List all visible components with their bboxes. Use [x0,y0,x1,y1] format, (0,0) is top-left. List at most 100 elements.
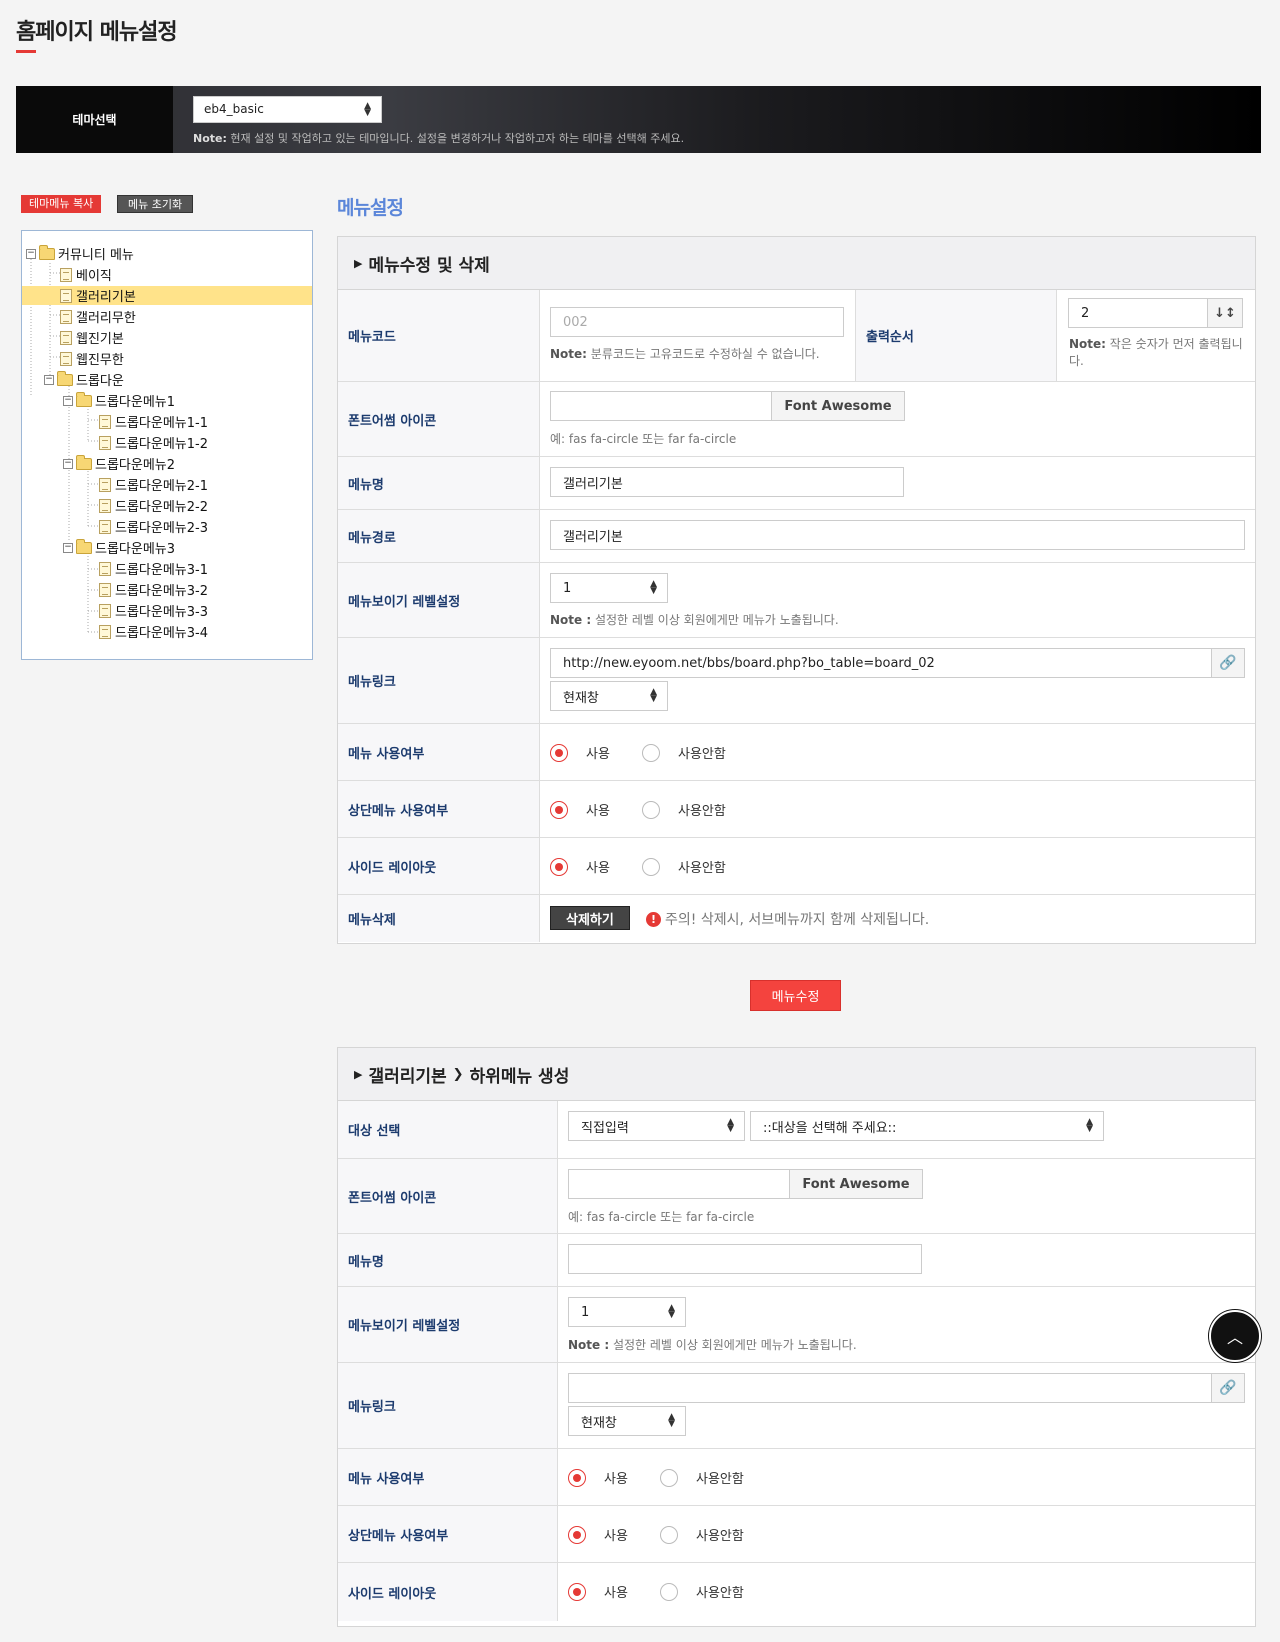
sub-name-input[interactable] [568,1244,922,1274]
target-select[interactable]: ::대상을 선택해 주세요:: ▲ ▼ [750,1111,1104,1141]
side-no-label: 사용안함 [678,861,726,876]
sub-side-row: 사이드 레이아웃 사용 사용안함 [338,1563,1255,1621]
sub-icon-row: 폰트어썸 아이콘 Font Awesome 예: fas fa-circle 또… [338,1159,1255,1234]
tree-item[interactable]: − 드롭다운메뉴3 [63,538,175,557]
sub-use-yes-label: 사용 [604,1472,628,1487]
menu-name-input[interactable]: 갤러리기본 [550,467,904,497]
sub-level-note-bold: Note : [568,1338,610,1352]
sub-use-yes-radio[interactable]: 사용 [568,1468,628,1487]
use-no-radio[interactable]: 사용안함 [642,743,726,762]
tree-item[interactable]: 드롭다운메뉴1-2 [99,433,208,452]
tree-item-label: 드롭다운메뉴3-4 [115,626,208,641]
tree-item-label: 드롭다운메뉴1-2 [115,437,208,452]
order-input[interactable]: 2 [1068,298,1208,328]
level-note-bold: Note : [550,613,592,627]
collapse-icon[interactable]: − [44,374,54,385]
font-awesome-button[interactable]: Font Awesome [771,391,905,421]
sub-side-no-radio[interactable]: 사용안함 [660,1582,744,1601]
tree-item[interactable]: − 드롭다운메뉴1 [63,391,175,410]
tree-item[interactable]: 웹진무한 [60,349,124,368]
document-icon [99,498,111,513]
reset-menu-button[interactable]: 메뉴 초기화 [117,195,194,213]
level-select-value: 1 [563,580,572,596]
top-use-row: 상단메뉴 사용여부 사용 사용안함 [338,781,1255,838]
tree-item[interactable]: 드롭다운메뉴2-1 [99,475,208,494]
top-use-yes-radio[interactable]: 사용 [550,800,610,819]
tree-item[interactable]: 드롭다운메뉴3-3 [99,601,208,620]
scroll-top-button[interactable]: ︿ [1209,1310,1261,1362]
collapse-icon[interactable]: − [63,458,73,469]
code-note-bold: Note: [550,347,587,361]
sub-font-awesome-button[interactable]: Font Awesome [789,1169,923,1199]
icon-input[interactable] [550,391,772,421]
side-layout-label: 사이드 레이아웃 [338,838,540,894]
radio-unchecked-icon [642,743,660,762]
tree-item[interactable]: 드롭다운메뉴3-4 [99,622,208,641]
section-title: 메뉴설정 [337,197,404,219]
use-row: 메뉴 사용여부 사용 사용안함 [338,724,1255,781]
tree-item[interactable]: 드롭다운메뉴2-2 [99,496,208,515]
use-yes-radio[interactable]: 사용 [550,743,610,762]
target-mode-value: 직접입력 [581,1120,629,1136]
sub-top-no-radio[interactable]: 사용안함 [660,1525,744,1544]
delete-button[interactable]: 삭제하기 [550,906,630,930]
link-target-select[interactable]: 현재창 ▲ ▼ [550,681,668,711]
link-icon[interactable]: 🔗 [1211,648,1245,678]
sub-level-value: 1 [581,1304,590,1320]
tree-item[interactable]: − 드롭다운메뉴2 [63,454,175,473]
folder-icon [39,244,55,260]
code-note-text: 분류코드는 고유코드로 수정하실 수 없습니다. [586,347,820,361]
update-menu-button[interactable]: 메뉴수정 [750,980,841,1011]
chevron-up-icon: ︿ [1226,1328,1243,1347]
tree-item[interactable]: 베이직 [60,265,112,284]
sub-top-yes-radio[interactable]: 사용 [568,1525,628,1544]
top-use-no-radio[interactable]: 사용안함 [642,800,726,819]
delete-label: 메뉴삭제 [338,895,540,942]
menu-link-input[interactable]: http://new.eyoom.net/bbs/board.php?bo_ta… [550,648,1212,678]
sub-link-target-select[interactable]: 현재창 ▲ ▼ [568,1406,686,1436]
sub-icon-input[interactable] [568,1169,790,1199]
select-arrows-icon: ▲ ▼ [1086,1117,1093,1134]
tree-item[interactable]: 드롭다운메뉴2-3 [99,517,208,536]
tree-item[interactable]: 갤러리무한 [60,307,136,326]
sub-link-input[interactable] [568,1373,1212,1403]
tree-item[interactable]: 드롭다운메뉴3-1 [99,559,208,578]
code-row: 메뉴코드 002 Note: 분류코드는 고유코드로 수정하실 수 없습니다. … [338,290,1255,382]
tree-item[interactable]: − 드롭다운 [44,370,124,389]
sub-use-no-radio[interactable]: 사용안함 [660,1468,744,1487]
theme-select-value: eb4_basic [204,102,264,116]
theme-select[interactable]: eb4_basic ▲ ▼ [193,96,382,123]
collapse-icon[interactable]: − [63,542,73,553]
tree-item[interactable]: 웹진기본 [60,328,124,347]
target-row: 대상 선택 직접입력 ▲ ▼ ::대상을 선택해 주세요:: ▲ ▼ [338,1101,1255,1159]
link-icon[interactable]: 🔗 [1211,1373,1245,1403]
select-arrows-icon: ▲ ▼ [668,1303,675,1320]
copy-theme-menu-button[interactable]: 테마메뉴 복사 [21,195,102,213]
tree-root[interactable]: − 커뮤니티 메뉴 [26,244,134,263]
exclamation-circle-icon: ! [646,911,661,927]
collapse-icon[interactable]: − [63,395,73,406]
icon-row: 폰트어썸 아이콘 Font Awesome 예: fas fa-circle 또… [338,382,1255,457]
path-row: 메뉴경로 갤러리기본 [338,510,1255,563]
side-yes-radio[interactable]: 사용 [550,857,610,876]
link-row: 메뉴링크 http://new.eyoom.net/bbs/board.php?… [338,638,1255,724]
side-no-radio[interactable]: 사용안함 [642,857,726,876]
radio-unchecked-icon [642,857,660,876]
radio-unchecked-icon [660,1525,678,1544]
tree-item-selected[interactable]: 갤러리기본 [22,286,312,305]
tree-item-label: 드롭다운메뉴1-1 [115,416,208,431]
menu-code-input[interactable]: 002 [550,307,844,337]
menu-path-input[interactable]: 갤러리기본 [550,520,1245,550]
level-select[interactable]: 1 ▲ ▼ [550,573,668,603]
tree-item[interactable]: 드롭다운메뉴1-1 [99,412,208,431]
collapse-icon[interactable]: − [26,248,36,259]
select-arrows-icon: ▲ ▼ [650,579,657,596]
target-mode-select[interactable]: 직접입력 ▲ ▼ [568,1111,745,1141]
document-icon [60,267,72,282]
sub-level-select[interactable]: 1 ▲ ▼ [568,1297,686,1327]
sub-side-yes-radio[interactable]: 사용 [568,1582,628,1601]
tree-item[interactable]: 드롭다운메뉴3-2 [99,580,208,599]
tree-item-label: 드롭다운메뉴3 [95,542,176,557]
sort-numeric-icon[interactable]: ↓↕ [1207,298,1243,328]
tree-item-label: 드롭다운 [76,374,124,389]
